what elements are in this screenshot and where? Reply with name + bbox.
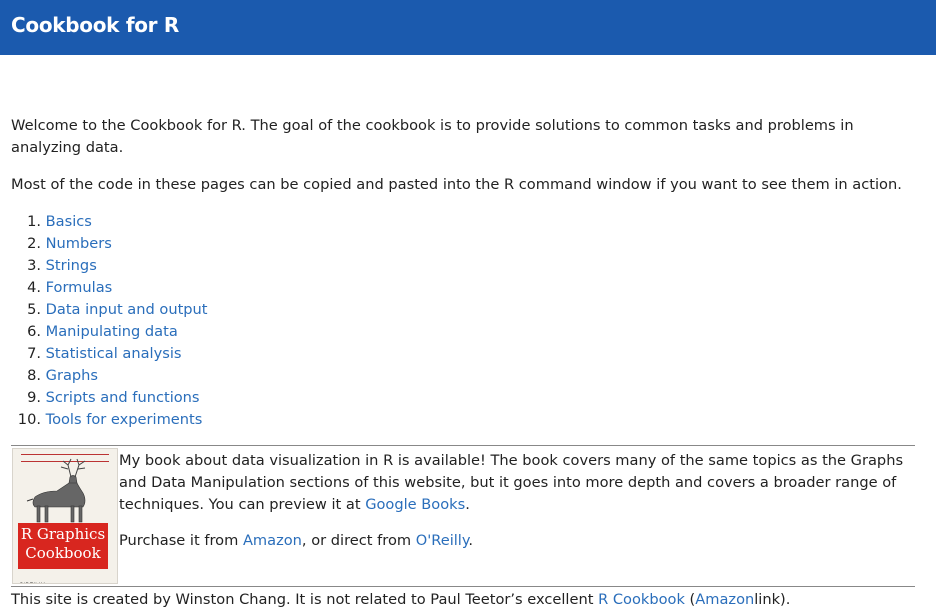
footer-open-paren: ( [684, 591, 696, 608]
oreilly-link[interactable]: O'Reilly [416, 532, 469, 549]
cover-author: Winston Chang [71, 575, 109, 583]
toc-link-manipulating-data[interactable]: Manipulating data [46, 323, 178, 340]
toc-item: 4. Formulas [11, 277, 208, 299]
toc-item-number: 2. [27, 235, 41, 252]
site-title-link[interactable]: Cookbook for R [11, 13, 179, 37]
toc-item-number: 3. [27, 257, 41, 274]
footer-prefix: This site is created by Winston Chang. I… [11, 591, 599, 608]
toc-item-number: 8. [27, 367, 41, 384]
site-footer-note: This site is created by Winston Chang. I… [11, 589, 916, 611]
toc-link-basics[interactable]: Basics [46, 213, 92, 230]
cover-title: R Graphics Cookbook [18, 525, 108, 563]
footer-amazon-link[interactable]: Amazon [695, 591, 754, 608]
r-cookbook-link[interactable]: R Cookbook [598, 591, 685, 608]
cover-title-line2: Cookbook [25, 544, 101, 562]
toc-item: 9. Scripts and functions [11, 387, 208, 409]
purchase-prefix: Purchase it from [119, 532, 243, 549]
book-description-end: . [465, 496, 470, 513]
toc-item-number: 9. [27, 389, 41, 406]
reindeer-illustration-icon [26, 458, 86, 523]
toc-link-statistical-analysis[interactable]: Statistical analysis [46, 345, 182, 362]
book-description-text: My book about data visualization in R is… [119, 452, 904, 513]
book-cover-image[interactable]: R Graphics Cookbook O'REILLY Winston Cha… [12, 448, 118, 584]
toc-item: 8. Graphs [11, 365, 208, 387]
intro-paragraph: Welcome to the Cookbook for R. The goal … [11, 117, 854, 156]
footer-suffix: link). [754, 591, 791, 608]
cover-title-band: R Graphics Cookbook [18, 523, 108, 569]
toc-link-scripts-functions[interactable]: Scripts and functions [46, 389, 200, 406]
toc-link-strings[interactable]: Strings [46, 257, 97, 274]
google-books-link[interactable]: Google Books [365, 496, 465, 513]
toc-item: 1. Basics [11, 211, 208, 233]
toc-item-number: 10. [17, 411, 41, 428]
toc-link-numbers[interactable]: Numbers [46, 235, 112, 252]
book-promo-box: R Graphics Cookbook O'REILLY Winston Cha… [11, 445, 915, 587]
toc-item-number: 1. [27, 213, 41, 230]
book-purchase-paragraph: Purchase it from Amazon, or direct from … [119, 530, 915, 552]
intro-paragraph-2: Most of the code in these pages can be c… [11, 176, 902, 193]
toc-link-graphs[interactable]: Graphs [46, 367, 98, 384]
purchase-middle: , or direct from [301, 532, 416, 549]
table-of-contents: 1. Basics 2. Numbers 3. Strings 4. Formu… [11, 211, 208, 431]
toc-item: 6. Manipulating data [11, 321, 208, 343]
toc-item-number: 5. [27, 301, 41, 318]
toc-item-number: 7. [27, 345, 41, 362]
purchase-suffix: . [468, 532, 474, 549]
cover-publisher: O'REILLY [19, 575, 45, 583]
toc-item: 10. Tools for experiments [11, 409, 208, 431]
cover-title-line1: R Graphics [20, 525, 106, 543]
amazon-link[interactable]: Amazon [243, 532, 302, 549]
toc-item: 7. Statistical analysis [11, 343, 208, 365]
toc-item: 5. Data input and output [11, 299, 208, 321]
site-header: Cookbook for R [0, 0, 936, 55]
toc-item-number: 4. [27, 279, 41, 296]
toc-link-tools-experiments[interactable]: Tools for experiments [46, 411, 203, 428]
toc-link-data-io[interactable]: Data input and output [46, 301, 208, 318]
toc-item: 3. Strings [11, 255, 208, 277]
toc-item-number: 6. [27, 323, 41, 340]
toc-link-formulas[interactable]: Formulas [46, 279, 113, 296]
toc-item: 2. Numbers [11, 233, 208, 255]
book-description: My book about data visualization in R is… [119, 450, 915, 516]
